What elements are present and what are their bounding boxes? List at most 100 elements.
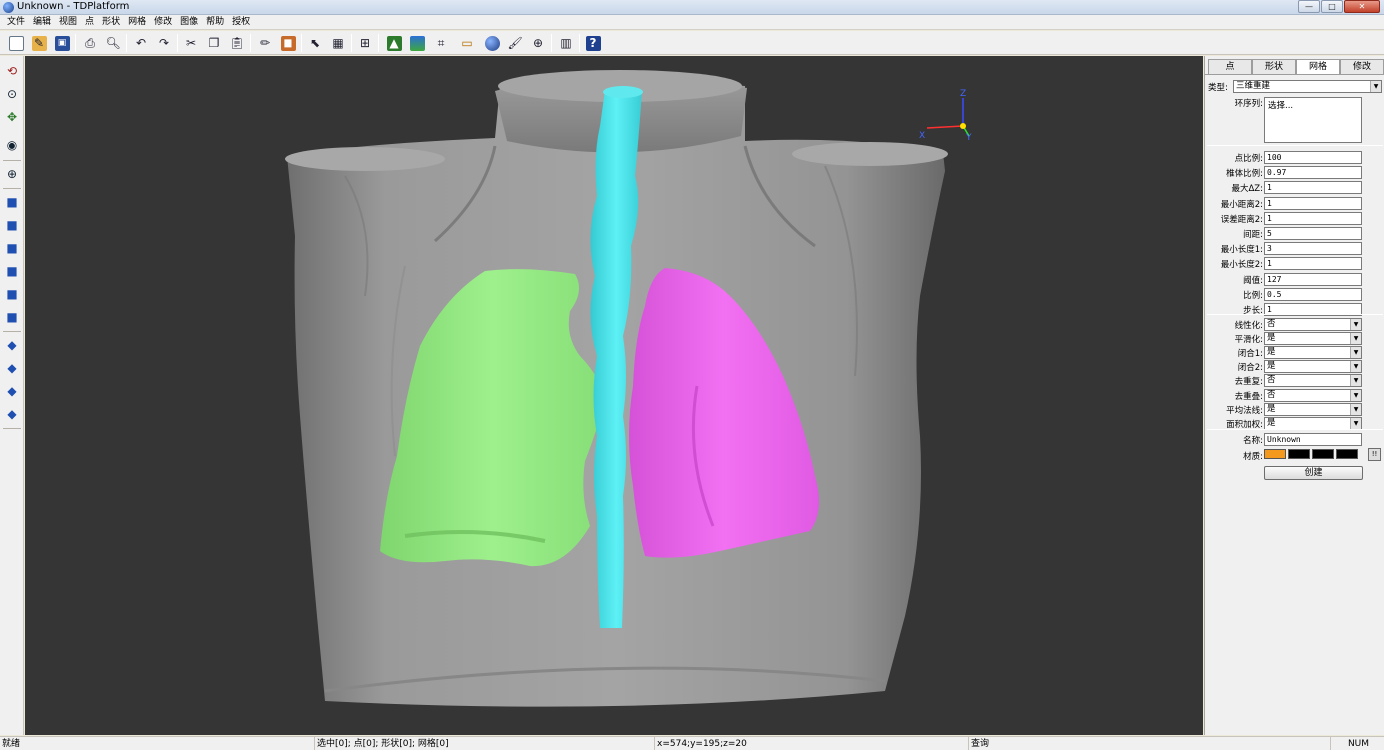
- redo-icon[interactable]: ↷: [154, 33, 174, 53]
- pan-icon[interactable]: ✥: [2, 107, 22, 127]
- brush-icon[interactable]: 🖌︎: [505, 33, 525, 53]
- erase-icon[interactable]: ▆: [278, 33, 298, 53]
- select-icon[interactable]: ⬉: [305, 33, 325, 53]
- type-row: 类型: 三维重建 ▼: [1205, 80, 1384, 94]
- view-left-icon[interactable]: ■: [2, 238, 22, 258]
- measure-icon[interactable]: ▭: [457, 33, 477, 53]
- target-icon[interactable]: ⊕: [528, 33, 548, 53]
- option-select[interactable]: 否 ▼: [1264, 318, 1362, 331]
- option-select[interactable]: 是 ▼: [1264, 346, 1362, 360]
- option-select[interactable]: 是 ▼: [1264, 332, 1362, 346]
- material-swatch-4[interactable]: [1336, 449, 1358, 459]
- param-row: 最小长度1: 3: [1205, 242, 1384, 256]
- option-select[interactable]: 是 ▼: [1264, 360, 1362, 374]
- option-select[interactable]: 否 ▼: [1264, 388, 1362, 402]
- cube-iso4-icon[interactable]: ◆: [2, 404, 22, 424]
- view-toolbar: ⟲ ⊙ ✥ ◉ ⊕ ■ ■ ■ ■ ■ ■ ◆ ◆ ◆ ◆: [0, 56, 24, 735]
- menu-shape[interactable]: 形状: [98, 15, 124, 29]
- tab-mesh[interactable]: 网格: [1296, 59, 1340, 75]
- option-select[interactable]: 是 ▼: [1264, 416, 1362, 430]
- crop-icon[interactable]: ⌗: [431, 33, 451, 53]
- menu-mesh[interactable]: 网格: [124, 15, 150, 29]
- print-preview-icon[interactable]: ⎙: [80, 33, 100, 53]
- cube-iso1-icon[interactable]: ◆: [2, 335, 22, 355]
- material-edit-button[interactable]: !!: [1368, 448, 1381, 461]
- param-input[interactable]: 0.5: [1264, 287, 1362, 301]
- ruler-icon[interactable]: ▥: [556, 33, 576, 53]
- copy-icon[interactable]: ❐: [204, 33, 224, 53]
- undo-icon[interactable]: ↶: [131, 33, 151, 53]
- param-input[interactable]: 100: [1264, 151, 1362, 164]
- ring-sequence-list[interactable]: 选择...: [1264, 97, 1362, 143]
- pen-icon[interactable]: ✏: [255, 33, 275, 53]
- option-select[interactable]: 否 ▼: [1264, 374, 1362, 388]
- grid-tool-icon[interactable]: ▦: [328, 33, 348, 53]
- menu-help[interactable]: 帮助: [202, 15, 228, 29]
- title-bar: Unknown - TDPlatform — □ ✕: [0, 0, 1384, 15]
- menu-license[interactable]: 授权: [228, 15, 254, 29]
- camera-icon[interactable]: ◉: [2, 135, 22, 155]
- cube-iso3-icon[interactable]: ◆: [2, 381, 22, 401]
- menu-edit[interactable]: 编辑: [29, 15, 55, 29]
- param-label: 比例:: [1243, 290, 1263, 301]
- save-icon[interactable]: ▣: [52, 33, 72, 53]
- material-swatch-2[interactable]: [1288, 449, 1310, 459]
- create-button[interactable]: 创建: [1264, 466, 1363, 480]
- paste-icon[interactable]: 📋︎: [227, 33, 247, 53]
- minimize-button[interactable]: —: [1298, 0, 1320, 13]
- param-input[interactable]: 1: [1264, 211, 1362, 225]
- zoom-preview-icon[interactable]: 🔍︎: [103, 33, 123, 53]
- zoom-icon[interactable]: ⊕: [2, 164, 22, 184]
- landscape-icon[interactable]: ▲: [384, 33, 404, 53]
- maximize-button[interactable]: □: [1321, 0, 1343, 13]
- left-shoulder: [285, 147, 445, 171]
- menu-modify[interactable]: 修改: [150, 15, 176, 29]
- option-label: 平滑化:: [1234, 335, 1263, 346]
- menu-file[interactable]: 文件: [3, 15, 29, 29]
- sphere-icon[interactable]: [482, 33, 502, 53]
- menu-bar: 文件 编辑 视图 点 形状 网格 修改 图像 帮助 授权: [0, 15, 1384, 30]
- param-input[interactable]: 127: [1264, 272, 1362, 286]
- tab-shape[interactable]: 形状: [1252, 59, 1296, 74]
- option-select[interactable]: 是 ▼: [1264, 402, 1362, 416]
- param-input[interactable]: 1: [1264, 181, 1362, 195]
- chevron-down-icon: ▼: [1370, 81, 1381, 92]
- rotate-icon[interactable]: ⟲: [2, 61, 22, 81]
- zoom-axis-icon[interactable]: ⊙: [2, 84, 22, 104]
- help-icon[interactable]: ?: [583, 33, 603, 53]
- view-front-icon[interactable]: ■: [2, 192, 22, 212]
- param-input[interactable]: 1: [1264, 196, 1362, 210]
- material-swatch-1[interactable]: [1264, 449, 1286, 459]
- tab-modify[interactable]: 修改: [1340, 59, 1384, 74]
- param-input[interactable]: 1: [1264, 257, 1362, 271]
- fit-icon[interactable]: ⊞: [355, 33, 375, 53]
- param-input[interactable]: 0.97: [1264, 166, 1362, 180]
- param-input[interactable]: 3: [1264, 242, 1362, 256]
- open-icon[interactable]: ✎: [29, 33, 49, 53]
- 3d-viewport[interactable]: Z X Y: [25, 56, 1203, 735]
- option-row: 平均法线: 是 ▼: [1205, 402, 1384, 417]
- material-swatch-3[interactable]: [1312, 449, 1334, 459]
- image-icon[interactable]: [407, 33, 427, 53]
- type-select[interactable]: 三维重建 ▼: [1233, 80, 1382, 93]
- name-input[interactable]: Unknown: [1264, 433, 1362, 446]
- menu-point[interactable]: 点: [81, 15, 98, 29]
- param-input[interactable]: 5: [1264, 227, 1362, 240]
- close-button[interactable]: ✕: [1344, 0, 1380, 13]
- tab-point[interactable]: 点: [1208, 59, 1252, 74]
- chevron-down-icon: ▼: [1350, 389, 1361, 401]
- view-bottom-icon[interactable]: ■: [2, 307, 22, 327]
- menu-image[interactable]: 图像: [176, 15, 202, 29]
- view-back-icon[interactable]: ■: [2, 215, 22, 235]
- axis-z-label: Z: [960, 89, 966, 99]
- menu-view[interactable]: 视图: [55, 15, 81, 29]
- main-toolbar: ✎ ▣ ⎙ 🔍︎ ↶ ↷ ✂ ❐ 📋︎ ✏ ▆ ⬉ ▦ ⊞ ▲ ⌗ ▭ 🖌︎ ⊕…: [0, 31, 1384, 55]
- cut-icon[interactable]: ✂: [181, 33, 201, 53]
- app-icon: [3, 2, 14, 13]
- view-right-icon[interactable]: ■: [2, 261, 22, 281]
- cube-iso2-icon[interactable]: ◆: [2, 358, 22, 378]
- param-label: 阈值:: [1243, 275, 1263, 286]
- new-icon[interactable]: [6, 33, 26, 53]
- view-top-icon[interactable]: ■: [2, 284, 22, 304]
- param-label: 点比例:: [1234, 154, 1263, 164]
